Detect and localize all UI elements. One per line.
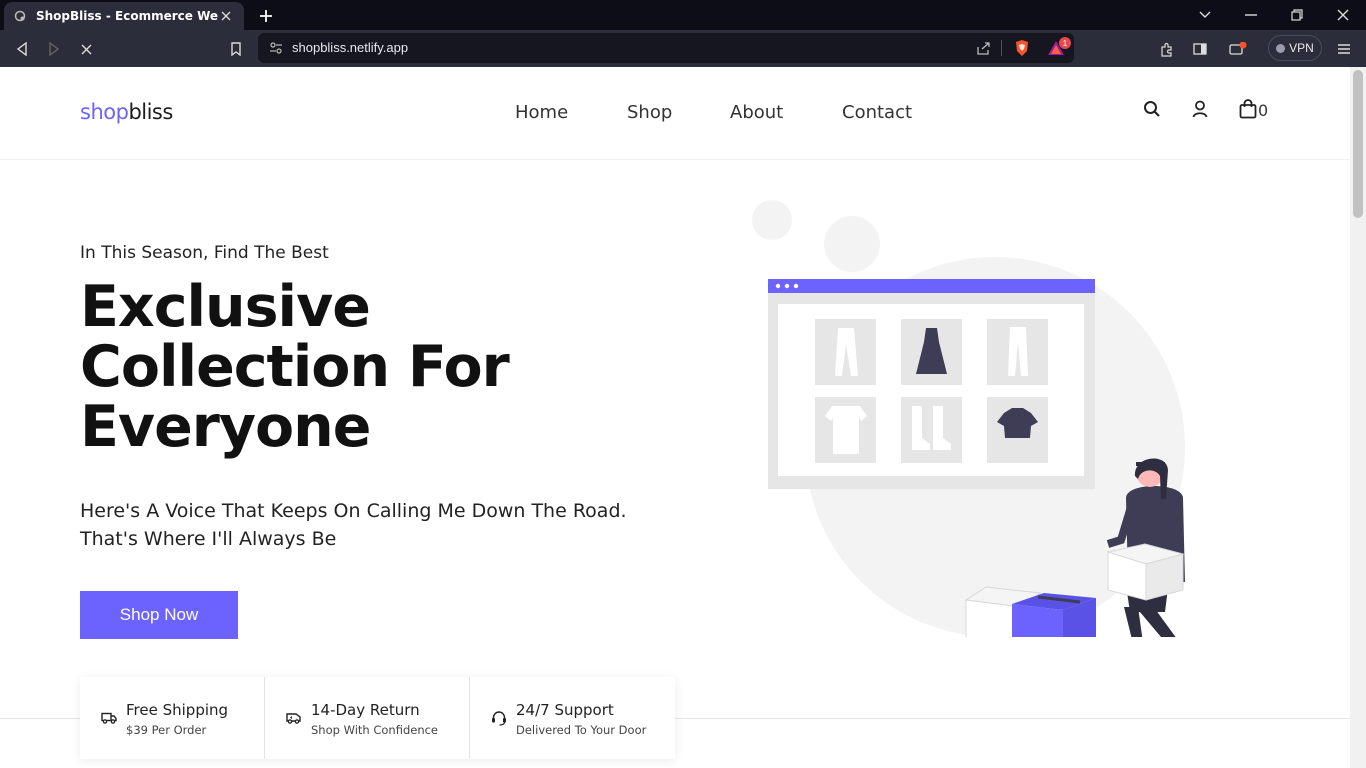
page-favicon-icon xyxy=(14,10,26,22)
page-viewport: shopbliss Home Shop About Contact 0 In T… xyxy=(0,67,1350,768)
feature-title: 24/7 Support xyxy=(516,701,614,719)
bookmark-icon[interactable] xyxy=(226,39,246,59)
nav-contact[interactable]: Contact xyxy=(842,102,912,123)
features-strip: Free Shipping $39 Per Order 14-Day Retur… xyxy=(80,677,675,759)
hero-headline-line: Collection For xyxy=(80,334,510,400)
nav-shop[interactable]: Shop xyxy=(627,102,672,123)
cart-count: 0 xyxy=(1258,101,1269,120)
nav-home[interactable]: Home xyxy=(515,102,568,123)
extensions-icon[interactable] xyxy=(1157,39,1177,59)
vpn-status-icon xyxy=(1276,43,1286,53)
feature-subtitle: Delivered To Your Door xyxy=(516,723,647,737)
headset-icon xyxy=(490,709,508,727)
logo-part-shop: shop xyxy=(80,100,129,124)
hero-headline-line: Everyone xyxy=(80,394,371,460)
site-logo[interactable]: shopbliss xyxy=(80,100,173,124)
logo-part-bliss: bliss xyxy=(128,100,173,124)
hero-eyebrow: In This Season, Find The Best xyxy=(80,243,329,263)
feature-free-shipping: Free Shipping $39 Per Order xyxy=(80,677,264,759)
browser-toolbar: shopbliss.netlify.app 1 VPN xyxy=(0,30,1366,67)
forward-icon[interactable] xyxy=(44,39,64,59)
cart-bag-icon[interactable] xyxy=(1238,99,1258,119)
url-text: shopbliss.netlify.app xyxy=(292,40,409,55)
nav-about[interactable]: About xyxy=(730,102,783,123)
new-tab-icon[interactable] xyxy=(256,6,276,26)
share-icon[interactable] xyxy=(973,38,993,58)
feature-title: Free Shipping xyxy=(126,701,229,719)
minimize-icon[interactable] xyxy=(1241,5,1261,25)
rewards-badge: 1 xyxy=(1059,37,1071,49)
hero-headline-line: Exclusive xyxy=(80,274,371,340)
site-header: shopbliss Home Shop About Contact 0 xyxy=(0,67,1350,160)
truck-icon xyxy=(100,709,118,727)
hero-headline: Exclusive Collection For Everyone xyxy=(80,277,640,457)
feature-support: 24/7 Support Delivered To Your Door xyxy=(469,677,675,759)
hero-subtext: Here's A Voice That Keeps On Calling Me … xyxy=(80,497,680,553)
bg-circle-medium xyxy=(824,216,880,272)
tab-list-chevron-icon[interactable] xyxy=(1195,5,1215,25)
scrollbar-thumb[interactable] xyxy=(1353,70,1363,218)
shop-now-button[interactable]: Shop Now xyxy=(80,591,238,639)
hero-subtext-line: Here's A Voice That Keeps On Calling Me … xyxy=(80,500,627,522)
tab-close-icon[interactable] xyxy=(218,8,234,24)
stop-loading-icon[interactable] xyxy=(76,39,96,59)
hero-illustration xyxy=(752,200,1185,637)
browser-tab[interactable]: ShopBliss - Ecommerce Website xyxy=(4,2,244,30)
tab-title: ShopBliss - Ecommerce Website xyxy=(36,9,218,23)
back-icon[interactable] xyxy=(12,39,32,59)
vpn-button[interactable]: VPN xyxy=(1268,35,1322,61)
wallet-icon[interactable] xyxy=(1228,39,1248,59)
hero-subtext-line: That's Where I'll Always Be xyxy=(80,528,337,550)
restore-icon[interactable] xyxy=(1287,5,1307,25)
feature-14-day-return: 14-Day Return Shop With Confidence xyxy=(264,677,469,759)
vpn-label: VPN xyxy=(1289,41,1314,55)
bg-circle-small xyxy=(752,200,792,240)
window-titlebar xyxy=(768,279,1095,293)
feature-subtitle: $39 Per Order xyxy=(126,723,207,737)
page-scrollbar[interactable] xyxy=(1350,67,1366,768)
url-separator xyxy=(1001,40,1002,56)
brave-shields-icon[interactable] xyxy=(1012,38,1032,58)
feature-subtitle: Shop With Confidence xyxy=(311,723,439,737)
feature-title: 14-Day Return xyxy=(311,701,420,719)
browser-tab-bar: ShopBliss - Ecommerce Website xyxy=(0,0,1366,30)
search-icon[interactable] xyxy=(1142,99,1162,119)
sidebar-toggle-icon[interactable] xyxy=(1190,39,1210,59)
user-account-icon[interactable] xyxy=(1190,99,1210,119)
site-settings-icon[interactable] xyxy=(266,38,286,58)
address-bar[interactable]: shopbliss.netlify.app xyxy=(258,33,1074,63)
browser-menu-icon[interactable] xyxy=(1334,39,1354,59)
return-van-icon xyxy=(285,709,303,727)
close-window-icon[interactable] xyxy=(1333,5,1353,25)
